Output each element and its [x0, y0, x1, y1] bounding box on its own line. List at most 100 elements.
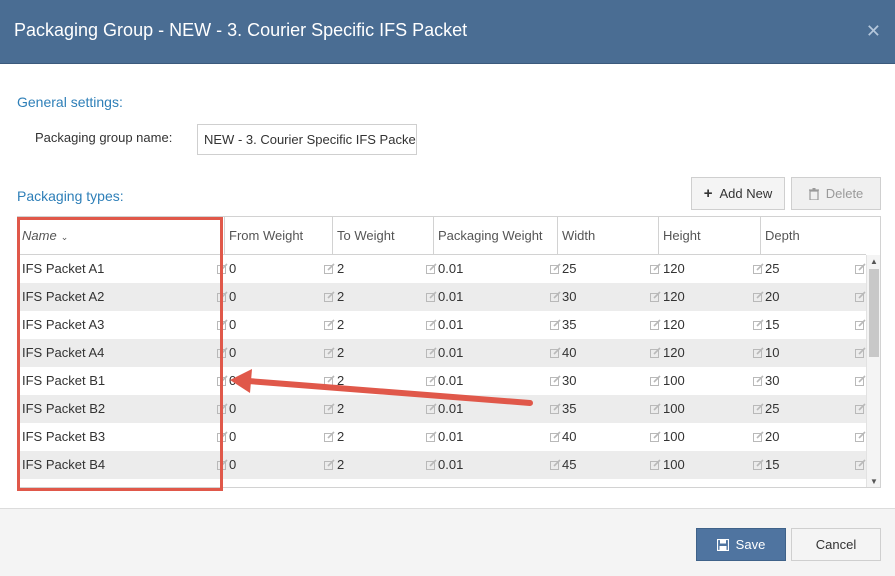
packaging-group-name-input[interactable]: NEW - 3. Courier Specific IFS Packe — [197, 124, 417, 155]
cell-height[interactable]: 100 — [659, 395, 685, 423]
cell-to-weight[interactable]: 2 — [333, 311, 344, 339]
table-row[interactable]: IFS Packet A2 0 2 0.01 30 120 20 — [18, 283, 866, 311]
column-header-from-weight[interactable]: From Weight — [225, 217, 333, 255]
cell-packaging-weight[interactable]: 0.01 — [434, 423, 463, 451]
cell-name[interactable]: IFS Packet B2 — [18, 395, 105, 423]
table-row[interactable]: IFS Packet A4 0 2 0.01 40 120 10 — [18, 339, 866, 367]
cell-width[interactable]: 40 — [558, 423, 576, 451]
cell-height[interactable]: 100 — [659, 451, 685, 479]
cell-width[interactable]: 30 — [558, 283, 576, 311]
cell-from-weight[interactable]: 0 — [225, 395, 236, 423]
column-header-label: Name — [22, 228, 57, 243]
cell-from-weight[interactable]: 0 — [225, 255, 236, 283]
edit-icon[interactable] — [855, 263, 866, 274]
cell-from-weight[interactable]: 0 — [225, 283, 236, 311]
grid-scrollbar[interactable]: ▲ ▼ — [866, 255, 880, 487]
table-row[interactable]: IFS Packet B4 0 2 0.01 45 100 15 — [18, 451, 866, 479]
cell-depth[interactable]: 25 — [761, 395, 779, 423]
cell-to-weight[interactable]: 2 — [333, 283, 344, 311]
cell-to-weight[interactable]: 2 — [333, 395, 344, 423]
cell-width[interactable]: 35 — [558, 395, 576, 423]
cell-from-weight[interactable]: 0 — [225, 451, 236, 479]
sort-chevron-down-icon: ⌄ — [60, 232, 69, 242]
edit-icon[interactable] — [855, 319, 866, 330]
table-row[interactable]: IFS Packet A1 0 2 0.01 25 120 25 — [18, 255, 866, 283]
cell-name[interactable]: IFS Packet A4 — [18, 339, 104, 367]
cell-from-weight[interactable]: 0 — [225, 423, 236, 451]
column-header-height[interactable]: Height — [659, 217, 761, 255]
edit-icon[interactable] — [855, 347, 866, 358]
cell-depth[interactable]: 15 — [761, 311, 779, 339]
general-settings-heading: General settings: — [17, 94, 123, 110]
cell-name[interactable]: IFS Packet A3 — [18, 311, 104, 339]
cell-depth[interactable]: 15 — [761, 451, 779, 479]
edit-icon[interactable] — [855, 403, 866, 414]
delete-label: Delete — [825, 186, 864, 201]
cell-packaging-weight[interactable]: 0.01 — [434, 283, 463, 311]
add-new-button[interactable]: + Add New — [691, 177, 785, 210]
grid-body: IFS Packet A1 0 2 0.01 25 120 25 IFS Packet A2 0… — [18, 255, 866, 487]
cell-name[interactable]: IFS Packet B4 — [18, 451, 105, 479]
cell-name[interactable]: IFS Packet A2 — [18, 283, 104, 311]
delete-button[interactable]: Delete — [791, 177, 881, 210]
cell-width[interactable]: 45 — [558, 451, 576, 479]
column-header-packaging-weight[interactable]: Packaging Weight — [434, 217, 558, 255]
edit-icon[interactable] — [855, 291, 866, 302]
cell-depth[interactable]: 20 — [761, 283, 779, 311]
scroll-down-icon[interactable]: ▼ — [870, 477, 878, 486]
table-row[interactable]: IFS Packet B2 0 2 0.01 35 100 25 — [18, 395, 866, 423]
cell-depth[interactable]: 10 — [761, 339, 779, 367]
cell-to-weight[interactable]: 2 — [333, 339, 344, 367]
edit-icon[interactable] — [855, 431, 866, 442]
cell-height[interactable]: 120 — [659, 255, 685, 283]
cell-width[interactable]: 30 — [558, 367, 576, 395]
cell-to-weight[interactable]: 2 — [333, 451, 344, 479]
cell-height[interactable]: 120 — [659, 311, 685, 339]
cell-width[interactable]: 35 — [558, 311, 576, 339]
scroll-thumb[interactable] — [869, 269, 879, 357]
cell-packaging-weight[interactable]: 0.01 — [434, 451, 463, 479]
cell-to-weight[interactable]: 2 — [333, 367, 344, 395]
dialog-footer: Save Cancel — [0, 508, 895, 576]
edit-icon[interactable] — [855, 459, 866, 470]
cell-width[interactable]: 40 — [558, 339, 576, 367]
cell-height[interactable]: 120 — [659, 339, 685, 367]
cell-name[interactable]: IFS Packet A1 — [18, 255, 104, 283]
cell-depth[interactable]: 25 — [761, 255, 779, 283]
cell-name[interactable]: IFS Packet B1 — [18, 367, 105, 395]
save-label: Save — [735, 537, 766, 552]
cell-to-weight[interactable]: 2 — [333, 255, 344, 283]
column-header-width[interactable]: Width — [558, 217, 659, 255]
cell-from-weight[interactable]: 0 — [225, 339, 236, 367]
cell-depth[interactable]: 20 — [761, 423, 779, 451]
cell-packaging-weight[interactable]: 0.01 — [434, 311, 463, 339]
table-row[interactable]: IFS Packet B1 0 2 0.01 30 100 30 — [18, 367, 866, 395]
table-row[interactable]: IFS Packet B3 0 2 0.01 40 100 20 — [18, 423, 866, 451]
cell-height[interactable]: 100 — [659, 423, 685, 451]
cell-from-weight[interactable]: 0 — [225, 367, 236, 395]
column-header-to-weight[interactable]: To Weight — [333, 217, 434, 255]
cell-name[interactable]: IFS Packet B3 — [18, 423, 105, 451]
edit-icon[interactable] — [855, 375, 866, 386]
save-button[interactable]: Save — [696, 528, 786, 561]
cell-packaging-weight[interactable]: 0.01 — [434, 339, 463, 367]
add-new-label: Add New — [719, 186, 773, 201]
cell-from-weight[interactable]: 0 — [225, 311, 236, 339]
cell-packaging-weight[interactable]: 0.01 — [434, 395, 463, 423]
cell-depth[interactable]: 30 — [761, 367, 779, 395]
cell-height[interactable]: 120 — [659, 283, 685, 311]
cell-width[interactable]: 25 — [558, 255, 576, 283]
packaging-types-heading: Packaging types: — [17, 188, 124, 204]
grid-header: Name ⌄ From Weight To Weight Packaging We… — [18, 217, 866, 255]
column-header-depth[interactable]: Depth — [761, 217, 866, 255]
close-icon[interactable]: ✕ — [866, 21, 881, 42]
cancel-button[interactable]: Cancel — [791, 528, 881, 561]
cell-to-weight[interactable]: 2 — [333, 423, 344, 451]
cell-height[interactable]: 100 — [659, 367, 685, 395]
scroll-up-icon[interactable]: ▲ — [870, 257, 878, 266]
packaging-group-name-label: Packaging group name: — [35, 130, 173, 145]
cell-packaging-weight[interactable]: 0.01 — [434, 367, 463, 395]
table-row[interactable]: IFS Packet A3 0 2 0.01 35 120 15 — [18, 311, 866, 339]
cell-packaging-weight[interactable]: 0.01 — [434, 255, 463, 283]
column-header-name[interactable]: Name ⌄ — [18, 217, 225, 255]
